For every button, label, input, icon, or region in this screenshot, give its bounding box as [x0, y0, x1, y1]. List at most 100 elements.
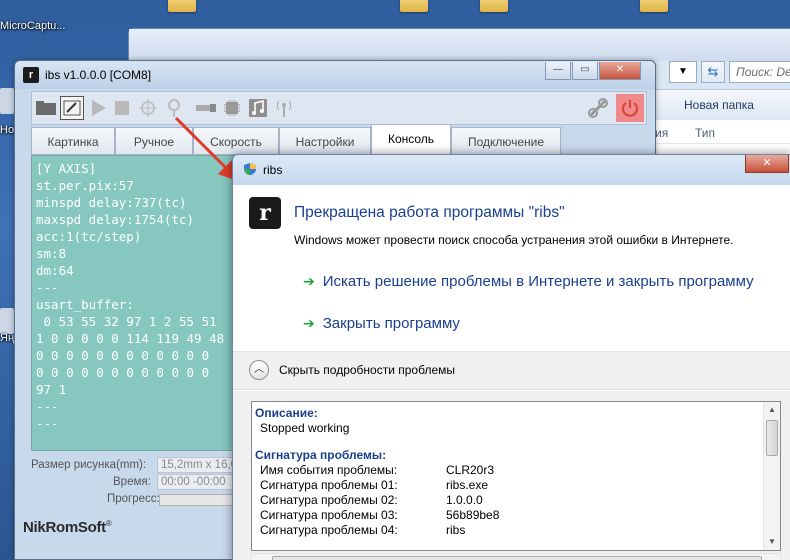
close-button[interactable]: ✕	[599, 62, 641, 80]
desktop-icon-edge[interactable]	[0, 88, 14, 114]
signature-label: Сигнатура проблемы 02:	[260, 493, 398, 507]
details-area: Описание: Stopped working Сигнатура проб…	[233, 391, 790, 560]
dialog-titlebar: ribs ✕	[233, 155, 790, 185]
close-program-label: Закрыть программу	[322, 315, 460, 332]
power-icon[interactable]	[616, 94, 644, 122]
size-label: Размер рисунка(mm):	[31, 459, 147, 471]
edit-image-icon[interactable]	[60, 96, 84, 120]
dialog-subtitle: Windows может провести поиск способа уст…	[294, 233, 734, 247]
explorer-column-headers: ия Тип	[655, 120, 790, 144]
signature-row: Сигнатура проблемы 01: ribs.exe	[254, 478, 762, 493]
tab-podklyuchenie[interactable]: Подключение	[451, 127, 561, 155]
scrollbar-thumb[interactable]	[766, 420, 778, 456]
console-line: ---	[36, 399, 59, 414]
signature-heading: Сигнатура проблемы:	[255, 448, 387, 462]
scroll-down-icon[interactable]: ▼	[764, 534, 780, 550]
window-controls: — ▭ ✕	[545, 62, 641, 80]
dialog-title: ribs	[263, 163, 283, 177]
dialog-close-button[interactable]: ✕	[745, 155, 789, 173]
ibs-toolbar	[31, 91, 647, 125]
time-label: Время:	[113, 476, 151, 488]
console-line: 0 0 0 0 0 0 0 0 0 0 0 0	[36, 365, 210, 380]
desktop-icon-label[interactable]: Яң	[0, 332, 14, 344]
maximize-button[interactable]: ▭	[572, 62, 598, 80]
search-input[interactable]: Поиск: De	[729, 61, 790, 83]
signature-row: Сигнатура проблемы 02: 1.0.0.0	[254, 493, 762, 508]
connect-link-icon[interactable]	[586, 96, 610, 120]
signature-label: Сигнатура проблемы 01:	[260, 478, 398, 492]
console-line: acc:1(tc/step)	[36, 229, 142, 244]
signature-row: Имя события проблемы: CLR20r3	[254, 463, 762, 478]
tab-kartinka[interactable]: Картинка	[31, 127, 115, 155]
signature-label: Сигнатура проблемы 04:	[260, 523, 398, 537]
horizontal-scrollbar[interactable]	[251, 553, 781, 560]
stop-icon[interactable]	[110, 96, 134, 120]
shield-icon	[244, 163, 256, 175]
console-line: sm:8	[36, 246, 67, 261]
search-solution-label: Искать решение проблемы в Интернете и за…	[322, 273, 754, 290]
description-text: Stopped working	[260, 421, 350, 435]
crosshair-icon[interactable]	[136, 96, 160, 120]
tab-nastroyki[interactable]: Настройки	[279, 127, 371, 155]
open-folder-icon[interactable]	[34, 96, 58, 120]
column-header-type[interactable]: Тип	[695, 126, 715, 140]
console-output[interactable]: [Y AXIS] st.per.pix:57 minspd delay:737(…	[31, 155, 239, 451]
console-line: dm:64	[36, 263, 74, 278]
desktop-icon-label[interactable]: Ho	[0, 124, 14, 136]
progress-label: Прогресс:	[107, 493, 160, 505]
console-line: 97 1	[36, 382, 67, 397]
search-solution-option[interactable]: ➔ Искать решение проблемы в Интернете и …	[303, 273, 754, 290]
description-heading: Описание:	[255, 406, 318, 420]
problem-details-textbox[interactable]: Описание: Stopped working Сигнатура проб…	[251, 401, 781, 551]
signature-label: Имя события проблемы:	[260, 463, 398, 477]
hide-details-link[interactable]: Скрыть подробности проблемы	[279, 363, 455, 377]
signature-value: ribs	[446, 523, 466, 537]
minimize-button[interactable]: —	[545, 62, 571, 80]
signature-value: 56b89be8	[446, 508, 500, 522]
ibs-tab-bar: Картинка Ручное Скорость Настройки Консо…	[31, 124, 561, 155]
dialog-heading: Прекращена работа программы "ribs"	[294, 204, 565, 221]
tab-konsol[interactable]: Консоль	[371, 124, 451, 155]
app-icon: r	[23, 67, 39, 83]
signature-value: ribs.exe	[446, 478, 489, 492]
logo-text: NikRomSoft	[23, 519, 106, 536]
refresh-button[interactable]: ⇆	[701, 61, 725, 83]
console-line: ---	[36, 280, 59, 295]
desktop-folder-icon[interactable]	[168, 0, 196, 12]
desktop-folder-icon[interactable]	[400, 0, 428, 12]
antenna-icon[interactable]	[272, 96, 296, 120]
explorer-titlebar	[129, 29, 790, 61]
signature-label: Сигнатура проблемы 03:	[260, 508, 398, 522]
signature-value: 1.0.0.0	[446, 493, 483, 507]
signature-value: CLR20r3	[446, 463, 495, 477]
console-line: maxspd delay:1754(tc)	[36, 212, 195, 227]
nikromsoft-logo: NikRomSoft®	[23, 519, 112, 536]
chevron-up-icon[interactable]: ︿	[249, 360, 269, 380]
console-line: minspd delay:737(tc)	[36, 195, 187, 210]
desktop-icon-edge[interactable]	[0, 308, 14, 334]
console-line: 0 0 0 0 0 0 0 0 0 0 0 0	[36, 348, 210, 363]
signature-row: Сигнатура проблемы 03: 56b89be8	[254, 508, 762, 523]
green-arrow-icon: ➔	[303, 273, 315, 289]
logo-registered-mark: ®	[105, 519, 112, 528]
app-icon: r	[249, 197, 281, 229]
error-dialog: ribs ✕ r Прекращена работа программы "ri…	[232, 154, 790, 560]
desktop-icon-label[interactable]: MicroCaptu...	[0, 20, 65, 32]
console-line: 1 0 0 0 0 0 114 119 49 48	[36, 331, 225, 346]
ibs-titlebar: r ibs v1.0.0.0 [COM8] — ▭ ✕	[15, 61, 655, 89]
green-arrow-icon: ➔	[303, 315, 315, 331]
desktop-folder-icon[interactable]	[640, 0, 668, 12]
scroll-up-icon[interactable]: ▲	[764, 402, 780, 418]
console-line: 0 53 55 32 97 1 2 55 51	[36, 314, 217, 329]
play-icon[interactable]	[86, 96, 110, 120]
column-header-name[interactable]: ия	[655, 126, 668, 140]
scrollbar-thumb[interactable]	[272, 556, 762, 560]
console-line: usart_buffer:	[36, 297, 134, 312]
desktop-folder-icon[interactable]	[480, 0, 508, 12]
close-program-option[interactable]: ➔ Закрыть программу	[303, 315, 460, 332]
signature-row: Сигнатура проблемы 04: ribs	[254, 523, 762, 538]
address-dropdown-button[interactable]: ▼	[669, 61, 697, 83]
vertical-scrollbar[interactable]: ▲ ▼	[763, 402, 780, 550]
new-folder-button[interactable]: Новая папка	[684, 98, 754, 112]
console-line: ---	[36, 416, 59, 431]
